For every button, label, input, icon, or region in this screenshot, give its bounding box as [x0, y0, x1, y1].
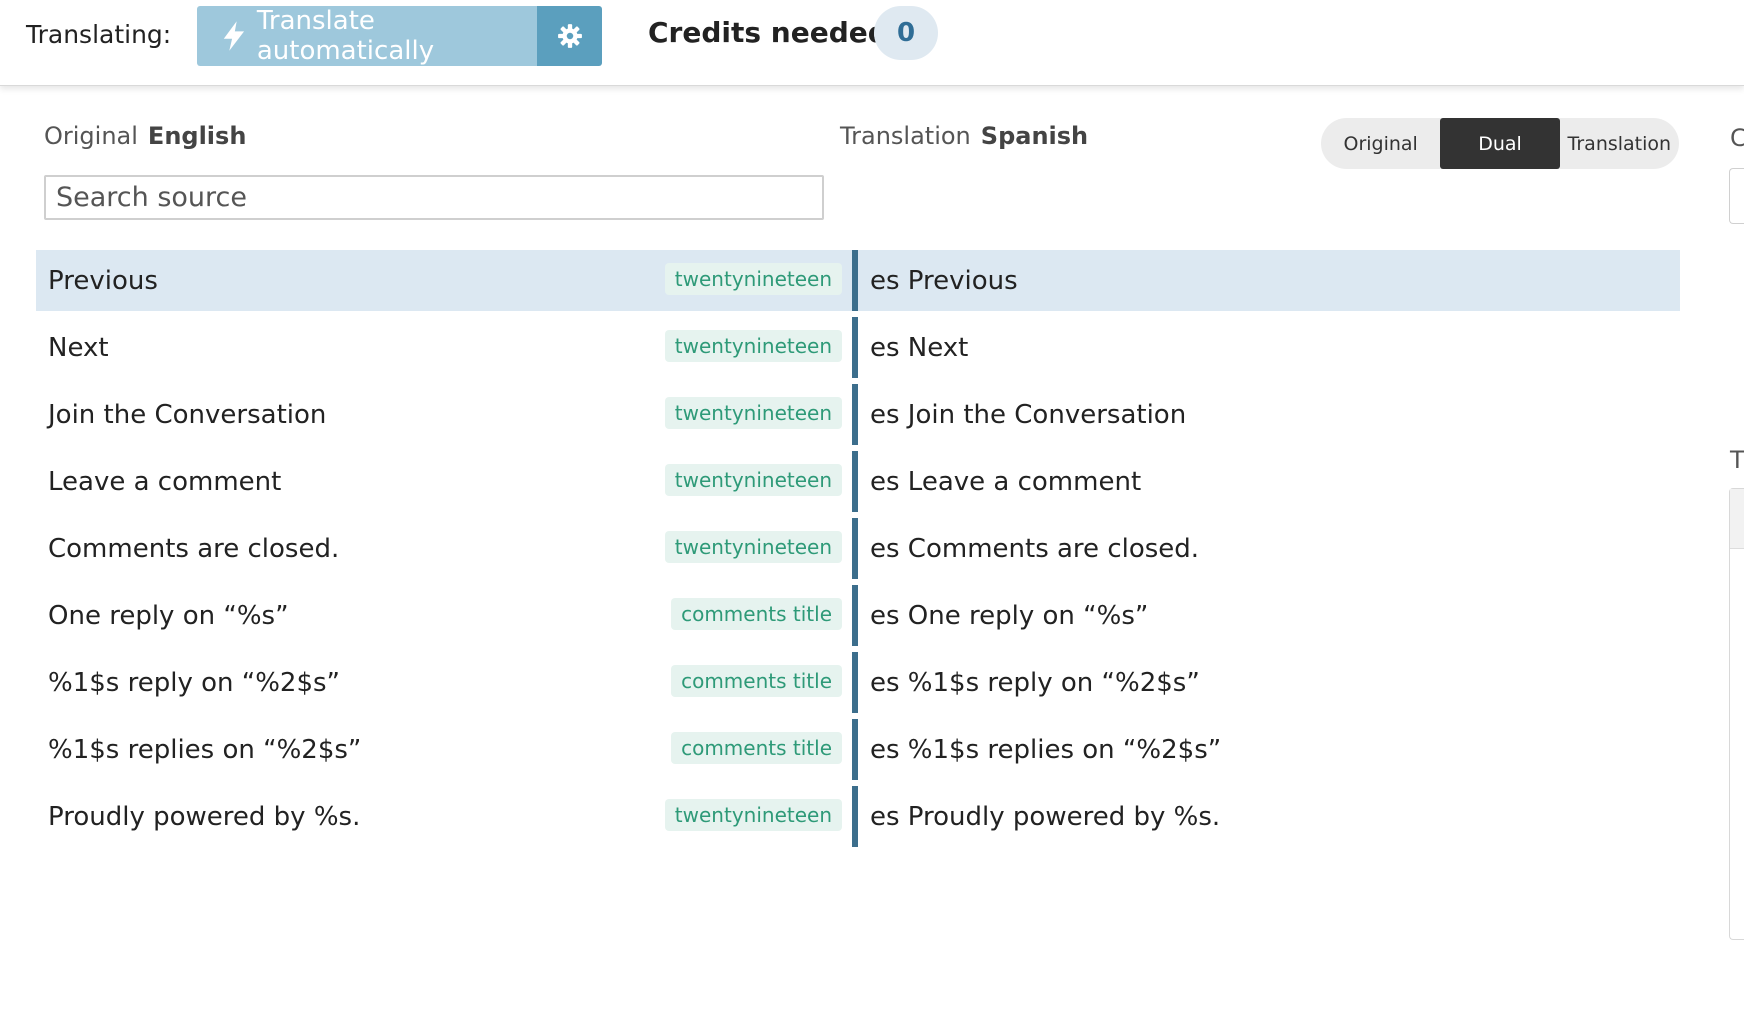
right-panel-input[interactable] — [1729, 168, 1744, 224]
credits-needed-label: Credits needed — [648, 16, 888, 49]
view-translation-option[interactable]: Translation — [1560, 118, 1679, 169]
string-row[interactable]: One reply on “%s” comments title es One re… — [36, 585, 1680, 652]
view-dual-option[interactable]: Dual — [1440, 118, 1560, 169]
string-row[interactable]: Next twentynineteen es Next — [36, 317, 1680, 384]
context-tag: comments title — [671, 732, 842, 764]
gear-icon — [557, 24, 582, 48]
translation-text: es Previous — [870, 265, 1018, 296]
source-text: %1$s replies on “%2$s” — [48, 734, 362, 765]
translation-language-heading: Translation Spanish — [840, 122, 1088, 150]
translation-cell[interactable]: es Leave a comment — [858, 451, 1680, 512]
view-mode-toggle: Original Dual Translation — [1321, 118, 1679, 169]
context-tag: twentynineteen — [664, 397, 842, 429]
original-language-heading: Original English — [44, 122, 246, 150]
source-text: %1$s reply on “%2$s” — [48, 667, 341, 698]
lightning-bolt-icon — [223, 21, 245, 51]
right-panel-heading-fragment: C — [1730, 124, 1744, 152]
translation-text: es Join the Conversation — [870, 399, 1187, 430]
string-row[interactable]: Previous twentynineteen es Previous — [36, 250, 1680, 317]
translation-cell[interactable]: es Previous — [858, 250, 1680, 311]
context-tag: twentynineteen — [664, 330, 842, 362]
translate-automatically-button[interactable]: Translate automatically — [197, 6, 537, 66]
string-row[interactable]: %1$s replies on “%2$s” comments title es %… — [36, 719, 1680, 786]
translation-text: es Comments are closed. — [870, 533, 1200, 564]
search-source-input[interactable] — [44, 175, 824, 220]
translation-cell[interactable]: es Next — [858, 317, 1680, 378]
string-row[interactable]: %1$s reply on “%2$s” comments title es %1$… — [36, 652, 1680, 719]
string-row[interactable]: Leave a comment twentynineteen es Leave a … — [36, 451, 1680, 518]
translation-cell[interactable]: es %1$s replies on “%2$s” — [858, 719, 1680, 780]
translation-language-name: Spanish — [980, 122, 1089, 150]
source-cell[interactable]: Leave a comment twentynineteen — [36, 451, 852, 512]
right-panel-label-fragment: T — [1730, 446, 1744, 474]
context-tag: twentynineteen — [664, 531, 842, 563]
source-text: Join the Conversation — [48, 399, 327, 430]
string-row[interactable]: Join the Conversation twentynineteen es Jo… — [36, 384, 1680, 451]
translation-prefix: Translation — [840, 122, 971, 150]
translation-text: es Proudly powered by %s. — [870, 801, 1221, 832]
source-text: Previous — [48, 265, 158, 296]
source-text: Proudly powered by %s. — [48, 801, 361, 832]
source-text: One reply on “%s” — [48, 600, 289, 631]
source-cell[interactable]: Join the Conversation twentynineteen — [36, 384, 852, 445]
source-cell[interactable]: Previous twentynineteen — [36, 250, 852, 311]
string-row[interactable]: Proudly powered by %s. twentynineteen es P… — [36, 786, 1680, 853]
source-cell[interactable]: One reply on “%s” comments title — [36, 585, 852, 646]
string-row[interactable]: Comments are closed. twentynineteen es Com… — [36, 518, 1680, 585]
translation-cell[interactable]: es Comments are closed. — [858, 518, 1680, 579]
source-cell[interactable]: Next twentynineteen — [36, 317, 852, 378]
translation-cell[interactable]: es %1$s reply on “%2$s” — [858, 652, 1680, 713]
translation-cell[interactable]: es Join the Conversation — [858, 384, 1680, 445]
source-cell[interactable]: %1$s replies on “%2$s” comments title — [36, 719, 852, 780]
translate-automatically-label: Translate automatically — [256, 6, 435, 66]
context-tag: twentynineteen — [664, 464, 842, 496]
translation-text: es One reply on “%s” — [870, 600, 1149, 631]
translation-cell[interactable]: es Proudly powered by %s. — [858, 786, 1680, 847]
source-text: Leave a comment — [48, 466, 282, 497]
view-original-option[interactable]: Original — [1321, 118, 1440, 169]
original-language-name: English — [147, 122, 247, 150]
top-toolbar: Translating: Translate automatically Cre… — [0, 0, 1744, 86]
context-tag: twentynineteen — [664, 263, 842, 295]
translation-cell[interactable]: es One reply on “%s” — [858, 585, 1680, 646]
source-cell[interactable]: Proudly powered by %s. twentynineteen — [36, 786, 852, 847]
source-cell[interactable]: %1$s reply on “%2$s” comments title — [36, 652, 852, 713]
source-text: Next — [48, 332, 109, 363]
context-tag: twentynineteen — [664, 799, 842, 831]
translation-text: es Leave a comment — [870, 466, 1142, 497]
credits-needed-badge: 0 — [874, 6, 938, 60]
context-tag: comments title — [671, 598, 842, 630]
translation-text: es %1$s reply on “%2$s” — [870, 667, 1200, 698]
string-list: Previous twentynineteen es Previous Next twe… — [36, 250, 1680, 853]
right-panel-editor-header — [1730, 489, 1744, 549]
source-text: Comments are closed. — [48, 533, 340, 564]
translation-text: es %1$s replies on “%2$s” — [870, 734, 1222, 765]
auto-translate-settings-button[interactable] — [537, 6, 602, 66]
context-tag: comments title — [671, 665, 842, 697]
source-cell[interactable]: Comments are closed. twentynineteen — [36, 518, 852, 579]
translating-label: Translating: — [26, 20, 172, 49]
right-panel-editor[interactable] — [1729, 488, 1744, 940]
translation-text: es Next — [870, 332, 969, 363]
original-prefix: Original — [44, 122, 138, 150]
